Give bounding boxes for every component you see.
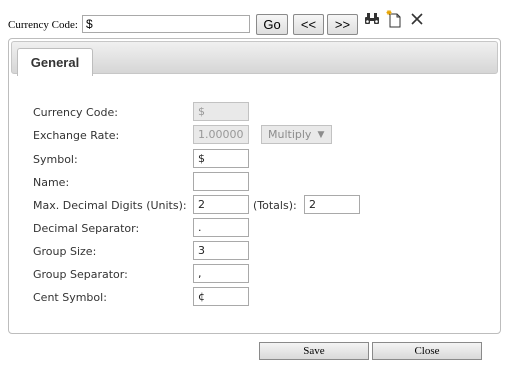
exchange-rate-label: Exchange Rate: (33, 129, 120, 142)
new-document-icon[interactable] (386, 10, 402, 28)
previous-button[interactable]: << (293, 14, 324, 35)
group-size-field[interactable] (193, 241, 249, 260)
group-size-label: Group Size: (33, 245, 97, 258)
tab-bar: General (11, 41, 498, 76)
next-button[interactable]: >> (327, 14, 358, 35)
group-separator-field[interactable] (193, 264, 249, 283)
decimal-separator-label: Decimal Separator: (33, 222, 140, 235)
decimal-separator-field[interactable] (193, 218, 249, 237)
rate-mode-value: Multiply (268, 128, 312, 141)
exchange-rate-field[interactable] (193, 125, 249, 144)
max-decimal-digits-label: Max. Decimal Digits (Units): (33, 199, 187, 212)
symbol-field[interactable] (193, 149, 249, 168)
max-decimal-digits-field[interactable] (193, 195, 249, 214)
close-icon[interactable] (409, 10, 425, 28)
totals-field[interactable] (304, 195, 360, 214)
name-field[interactable] (193, 172, 249, 191)
close-button[interactable]: Close (372, 342, 482, 360)
save-button[interactable]: Save (259, 342, 369, 360)
general-panel: General Currency Code: Exchange Rate: Mu… (8, 38, 501, 334)
symbol-label: Symbol: (33, 153, 78, 166)
group-separator-label: Group Separator: (33, 268, 128, 281)
currency-code-field-label: Currency Code: (33, 106, 118, 119)
binoculars-icon[interactable] (364, 10, 380, 28)
tab-general[interactable]: General (17, 48, 93, 76)
name-label: Name: (33, 176, 70, 189)
currency-code-field[interactable] (193, 102, 249, 121)
cent-symbol-label: Cent Symbol: (33, 291, 107, 304)
totals-label: (Totals): (253, 199, 297, 212)
toolbar: Currency Code: Go << >> (0, 0, 510, 38)
rate-mode-select[interactable]: Multiply ▼ (261, 125, 332, 144)
chevron-down-icon: ▼ (317, 129, 325, 140)
go-button[interactable]: Go (256, 14, 288, 35)
currency-code-search-input[interactable] (82, 15, 250, 33)
cent-symbol-field[interactable] (193, 287, 249, 306)
currency-code-label: Currency Code: (8, 19, 78, 31)
